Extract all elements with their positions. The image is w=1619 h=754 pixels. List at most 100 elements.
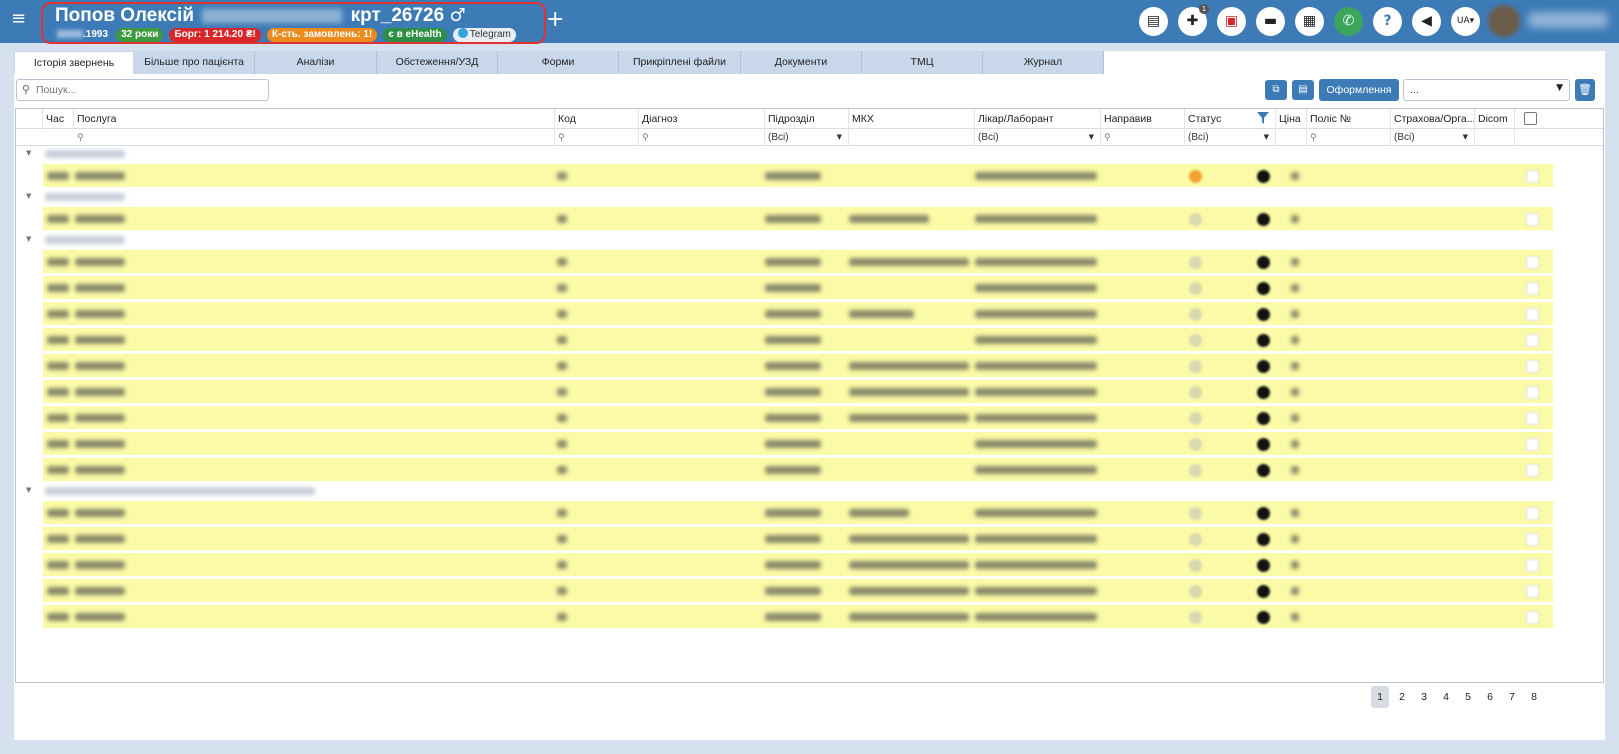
row-add-icon[interactable] (1526, 170, 1539, 183)
phone-icon[interactable]: ✆ (1334, 7, 1363, 36)
table-row[interactable] (43, 527, 1553, 551)
action-icon[interactable] (1257, 464, 1270, 477)
action-select[interactable]: ... ▼ (1403, 79, 1570, 101)
tab-history[interactable]: Історія звернень (14, 51, 134, 74)
user-name-redacted[interactable] (1528, 12, 1608, 28)
status-icon[interactable] (1189, 282, 1202, 295)
filter-doctor[interactable]: (Всі) ▼ (975, 129, 1101, 146)
page-button[interactable]: 6 (1481, 686, 1499, 708)
col-time[interactable]: Час (43, 109, 74, 129)
filter-dicom[interactable] (1475, 129, 1515, 146)
action-icon[interactable] (1257, 533, 1270, 546)
help-icon[interactable]: ? (1373, 7, 1402, 36)
filter-icd[interactable] (849, 129, 975, 146)
tab-more-about-patient[interactable]: Більше про пацієнта (134, 51, 255, 74)
status-icon[interactable] (1189, 585, 1202, 598)
row-add-icon[interactable] (1526, 213, 1539, 226)
table-row[interactable] (43, 276, 1553, 300)
action-icon[interactable] (1257, 334, 1270, 347)
tab-attached-files[interactable]: Прикріплені файли (619, 51, 741, 74)
row-add-icon[interactable] (1526, 464, 1539, 477)
table-row[interactable] (43, 250, 1553, 274)
tab-journal[interactable]: Журнал (983, 51, 1104, 74)
action-icon[interactable] (1257, 585, 1270, 598)
row-add-icon[interactable] (1526, 507, 1539, 520)
collapse-icon[interactable]: ▼ (26, 192, 31, 200)
col-referrer[interactable]: Направив (1101, 109, 1185, 129)
calculator-icon[interactable]: ▦ (1295, 7, 1324, 36)
search-field[interactable]: ⚲ (16, 79, 269, 101)
add-patient-button[interactable]: + (546, 7, 564, 32)
table-row[interactable] (43, 328, 1553, 352)
menu-icon[interactable]: ≡ (11, 10, 27, 28)
status-icon[interactable] (1189, 360, 1202, 373)
save-button[interactable]: ▤ (1292, 80, 1314, 100)
row-add-icon[interactable] (1526, 360, 1539, 373)
action-icon[interactable] (1257, 507, 1270, 520)
tab-inventory[interactable]: ТМЦ (862, 51, 983, 74)
filter-referrer[interactable]: ⚲ (1101, 129, 1185, 146)
row-add-icon[interactable] (1526, 559, 1539, 572)
debt-badge[interactable]: Борг: 1 214.20 ₴! (169, 28, 261, 42)
row-add-icon[interactable] (1526, 334, 1539, 347)
row-add-icon[interactable] (1526, 256, 1539, 269)
action-icon[interactable] (1257, 256, 1270, 269)
megaphone-icon[interactable]: ◀ (1412, 7, 1441, 36)
page-button[interactable]: 1 (1371, 686, 1389, 708)
status-icon[interactable] (1189, 438, 1202, 451)
filter-policy[interactable]: ⚲ (1307, 129, 1391, 146)
status-icon[interactable] (1189, 334, 1202, 347)
status-icon[interactable] (1189, 533, 1202, 546)
filter-division[interactable]: (Всі) ▼ (765, 129, 849, 146)
payment-card-icon[interactable]: ▬ (1256, 7, 1285, 36)
language-selector[interactable]: UA▾ (1451, 7, 1480, 36)
table-row[interactable] (43, 354, 1553, 378)
col-diagnosis[interactable]: Діагноз (639, 109, 765, 129)
search-input[interactable] (36, 82, 261, 98)
group-row[interactable]: ▼ (16, 147, 1603, 163)
row-add-icon[interactable] (1526, 412, 1539, 425)
select-all-checkbox[interactable] (1524, 112, 1537, 125)
tab-analyses[interactable]: Аналізи (255, 51, 377, 74)
copy-button[interactable]: ⧉ (1265, 80, 1287, 100)
page-button[interactable]: 3 (1415, 686, 1433, 708)
table-row[interactable] (43, 501, 1553, 525)
col-doctor[interactable]: Лікар/Лаборант (975, 109, 1101, 129)
action-icon[interactable] (1257, 412, 1270, 425)
table-row[interactable] (43, 302, 1553, 326)
row-add-icon[interactable] (1526, 585, 1539, 598)
group-row[interactable]: ▼ (16, 484, 1603, 500)
action-icon[interactable] (1257, 559, 1270, 572)
ehealth-badge[interactable]: є в eHealth (383, 28, 447, 42)
col-icd[interactable]: МКХ (849, 109, 975, 129)
col-service[interactable]: Послуга (74, 109, 555, 129)
status-icon[interactable] (1189, 412, 1202, 425)
table-row[interactable] (43, 432, 1553, 456)
filter-service[interactable]: ⚲ (74, 129, 555, 146)
group-row[interactable]: ▼ (16, 190, 1603, 206)
avatar[interactable] (1488, 5, 1520, 37)
table-row[interactable] (43, 579, 1553, 603)
table-row[interactable] (43, 458, 1553, 482)
action-icon[interactable] (1257, 213, 1270, 226)
filter-funnel-icon[interactable] (1257, 112, 1269, 124)
filter-insurance[interactable]: (Всі) ▼ (1391, 129, 1475, 146)
action-icon[interactable] (1257, 360, 1270, 373)
table-row[interactable] (43, 553, 1553, 577)
status-icon[interactable] (1189, 559, 1202, 572)
status-icon[interactable] (1189, 507, 1202, 520)
tab-forms[interactable]: Форми (498, 51, 619, 74)
table-row[interactable] (43, 164, 1553, 188)
status-icon[interactable] (1189, 256, 1202, 269)
col-code[interactable]: Код (555, 109, 639, 129)
status-icon[interactable] (1189, 308, 1202, 321)
action-icon[interactable] (1257, 170, 1270, 183)
action-icon[interactable] (1257, 386, 1270, 399)
orders-badge[interactable]: К-сть. замовлень: 1! (266, 28, 378, 42)
action-icon[interactable] (1257, 308, 1270, 321)
action-icon[interactable] (1257, 438, 1270, 451)
page-button[interactable]: 2 (1393, 686, 1411, 708)
page-button[interactable]: 7 (1503, 686, 1521, 708)
action-icon[interactable] (1257, 611, 1270, 624)
filter-price[interactable] (1276, 129, 1307, 146)
